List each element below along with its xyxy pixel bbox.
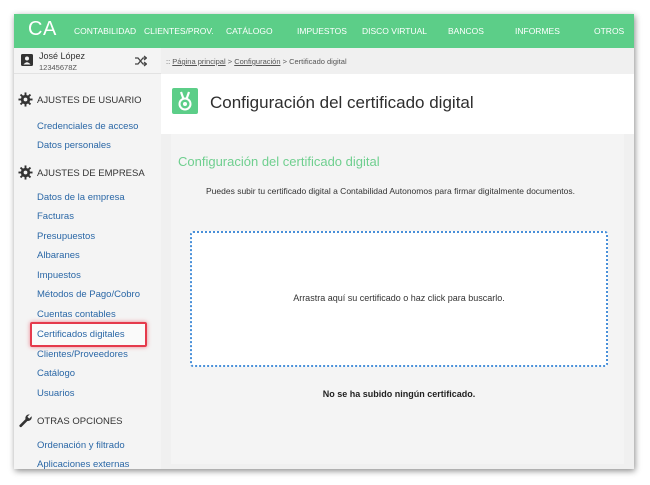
panel-title: Configuración del certificado digital bbox=[178, 154, 380, 169]
page-title: Configuración del certificado digital bbox=[210, 93, 474, 112]
nav-otros[interactable]: OTROS bbox=[594, 26, 624, 36]
user-id: 12345678Z bbox=[39, 63, 77, 72]
nav-disco-virtual[interactable]: DISCO VIRTUAL bbox=[362, 26, 427, 36]
sidebar: José López 12345678Z AJUSTES DE USUARIO … bbox=[14, 48, 161, 469]
nav-catalogo[interactable]: CATÁLOGO bbox=[226, 26, 273, 36]
section-otras-opciones: OTRAS OPCIONES bbox=[14, 412, 161, 430]
sidebar-item-aplicaciones-externas[interactable]: Aplicaciones externas bbox=[37, 459, 129, 469]
sidebar-item-credenciales[interactable]: Credenciales de acceso bbox=[37, 121, 138, 132]
gear-icon bbox=[18, 165, 33, 180]
sidebar-item-metodos-pago[interactable]: Métodos de Pago/Cobro bbox=[37, 289, 140, 300]
sidebar-item-albaranes[interactable]: Albaranes bbox=[37, 250, 80, 261]
nav-bancos[interactable]: BANCOS bbox=[448, 26, 484, 36]
breadcrumb-separator: > bbox=[282, 57, 287, 66]
sidebar-item-clientes-proveedores[interactable]: Clientes/Proveedores bbox=[37, 349, 128, 360]
user-icon bbox=[21, 54, 33, 66]
sidebar-item-datos-empresa[interactable]: Datos de la empresa bbox=[37, 192, 125, 203]
nav-contabilidad[interactable]: CONTABILIDAD bbox=[74, 26, 136, 36]
certificate-badge-icon bbox=[172, 88, 198, 114]
upload-status: No se ha subido ningún certificado. bbox=[322, 389, 476, 399]
breadcrumb: :: Página principal > Configuración > Ce… bbox=[166, 57, 347, 66]
sidebar-item-facturas[interactable]: Facturas bbox=[37, 211, 74, 222]
app-logo[interactable]: CA bbox=[28, 18, 57, 41]
user-name: José López bbox=[39, 51, 86, 61]
section-label: AJUSTES DE EMPRESA bbox=[37, 168, 145, 179]
top-navigation: CA CONTABILIDAD CLIENTES/PROV. CATÁLOGO … bbox=[14, 14, 634, 48]
certificate-panel: Configuración del certificado digital Pu… bbox=[171, 134, 624, 464]
section-label: OTRAS OPCIONES bbox=[37, 416, 123, 427]
sidebar-item-ordenacion[interactable]: Ordenación y filtrado bbox=[37, 440, 125, 451]
user-info: José López 12345678Z bbox=[14, 48, 161, 74]
sidebar-item-catalogo[interactable]: Catálogo bbox=[37, 368, 75, 379]
app-window: CA CONTABILIDAD CLIENTES/PROV. CATÁLOGO … bbox=[14, 14, 634, 469]
nav-clientes-prov[interactable]: CLIENTES/PROV. bbox=[144, 26, 214, 36]
nav-impuestos[interactable]: IMPUESTOS bbox=[297, 26, 347, 36]
wrench-icon bbox=[19, 414, 32, 428]
sidebar-item-impuestos[interactable]: Impuestos bbox=[37, 270, 81, 281]
breadcrumb-config-link[interactable]: Configuración bbox=[234, 57, 280, 66]
sidebar-item-certificados-digitales[interactable]: Certificados digitales bbox=[37, 329, 125, 340]
gear-icon bbox=[18, 92, 33, 107]
sidebar-item-datos-personales[interactable]: Datos personales bbox=[37, 140, 111, 151]
sidebar-item-presupuestos[interactable]: Presupuestos bbox=[37, 231, 95, 242]
breadcrumb-separator: > bbox=[227, 57, 233, 66]
breadcrumb-current: Certificado digital bbox=[289, 57, 347, 66]
main-content: :: Página principal > Configuración > Ce… bbox=[161, 48, 634, 469]
nav-informes[interactable]: INFORMES bbox=[515, 26, 560, 36]
section-ajustes-usuario: AJUSTES DE USUARIO bbox=[14, 91, 161, 109]
shuffle-icon[interactable] bbox=[134, 55, 147, 67]
breadcrumb-prefix: :: bbox=[166, 57, 171, 66]
sidebar-item-usuarios[interactable]: Usuarios bbox=[37, 388, 75, 399]
panel-description: Puedes subir tu certificado digital a Co… bbox=[206, 186, 576, 196]
breadcrumb-home-link[interactable]: Página principal bbox=[172, 57, 225, 66]
section-label: AJUSTES DE USUARIO bbox=[37, 95, 142, 106]
page-header: Configuración del certificado digital bbox=[161, 74, 634, 134]
certificate-dropzone[interactable]: Arrastra aquí su certificado o haz click… bbox=[190, 231, 608, 367]
dropzone-text: Arrastra aquí su certificado o haz click… bbox=[293, 293, 505, 303]
sidebar-item-cuentas-contables[interactable]: Cuentas contables bbox=[37, 309, 116, 320]
section-ajustes-empresa: AJUSTES DE EMPRESA bbox=[14, 164, 161, 182]
